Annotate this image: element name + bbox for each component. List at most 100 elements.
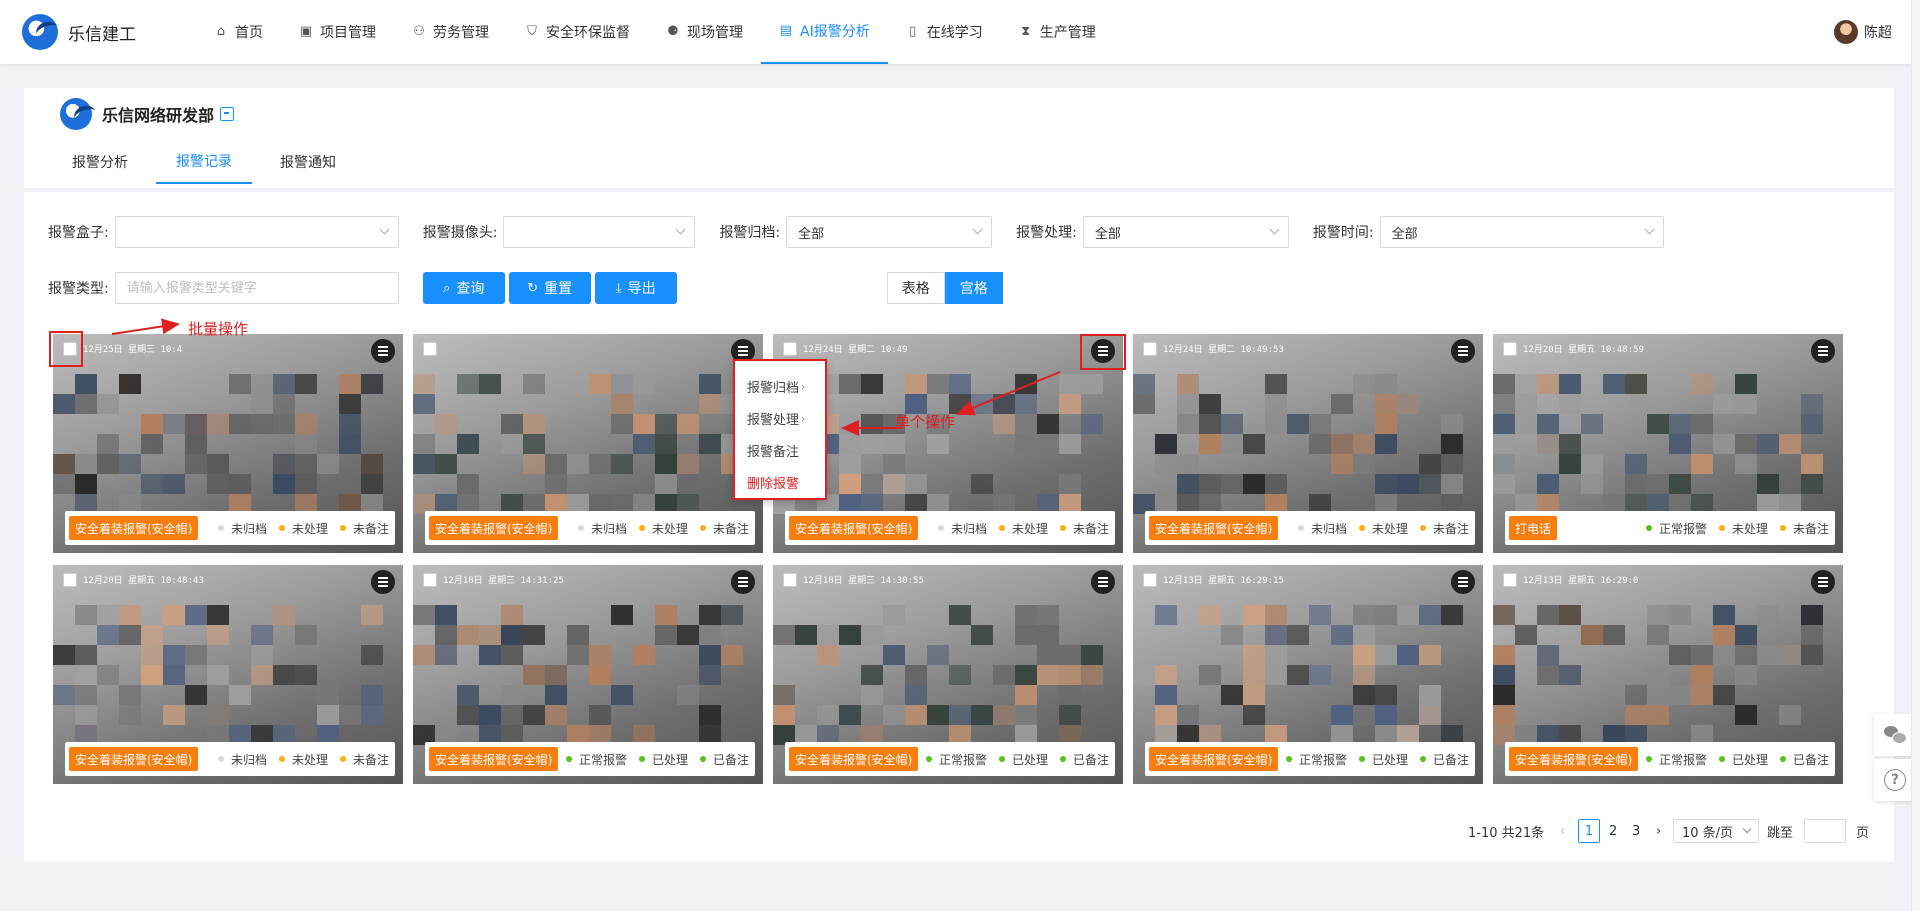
status-dot-icon [217, 756, 224, 762]
archive-status-text: 正常报警 [938, 752, 987, 767]
alarm-card[interactable]: 12月20日 星期五 10:48:43 安全着装报警(安全帽) 未归档 未处理 未备注 [53, 565, 403, 784]
capture-timestamp: 12月18日 星期三 14:30:55 [803, 576, 924, 586]
handle-status-text: 已处理 [1371, 752, 1408, 767]
menu-item-archive[interactable]: 报警归档 › [735, 370, 825, 402]
card-checkbox[interactable] [1503, 573, 1517, 587]
alarm-card[interactable]: 12月13日 星期五 16:29:0 安全着装报警(安全帽) 正常报警 已处理 已备注 [1493, 565, 1843, 784]
site-icon: ⚈ [667, 24, 679, 39]
archive-status: 未归档 [937, 520, 987, 537]
status-dot-icon [1297, 525, 1304, 531]
archive-status-text: 未归档 [1310, 521, 1347, 536]
status-dot-icon [998, 756, 1005, 762]
card-menu-icon[interactable] [371, 570, 395, 594]
nav-label: 劳务管理 [433, 25, 489, 41]
note-status: 未备注 [1779, 520, 1829, 537]
menu-item-handle[interactable]: 报警处理 › [735, 402, 825, 434]
menu-item-delete[interactable]: 删除报警 [735, 466, 825, 498]
export-button[interactable]: ⤓ 导出 [594, 272, 677, 304]
tab-alarm-notify[interactable]: 报警通知 [268, 140, 348, 184]
alarm-card[interactable]: 12月24日 星期二 10:49:53 安全着装报警(安全帽) 未归档 未处理 未备注 [1133, 334, 1483, 553]
card-menu-icon[interactable] [1811, 339, 1835, 363]
nav-item-0[interactable]: ⌂ 首页 [196, 0, 281, 64]
card-checkbox[interactable] [1143, 342, 1157, 356]
note-status: 未备注 [699, 520, 749, 537]
card-menu-icon[interactable] [731, 570, 755, 594]
archive-label: 报警归档: [719, 225, 781, 241]
nav-item-7[interactable]: ⧗ 生产管理 [1001, 0, 1114, 64]
card-status-bar: 安全着装报警(安全帽) 未归档 未处理 未备注 [65, 742, 395, 776]
dept-switch-icon[interactable] [220, 107, 235, 121]
alarm-type-tag: 安全着装报警(安全帽) [1149, 516, 1279, 540]
menu-item-note[interactable]: 报警备注 [735, 434, 825, 466]
scrollbar[interactable] [1911, 0, 1920, 911]
card-checkbox[interactable] [1503, 342, 1517, 356]
prev-page-icon[interactable]: ‹ [1560, 819, 1565, 843]
page-2[interactable]: 2 [1609, 819, 1617, 843]
handle-select[interactable]: 全部 [1082, 216, 1289, 248]
alarm-card[interactable]: 12月18日 星期三 14:31:25 安全着装报警(安全帽) 正常报警 已处理 已备注 [413, 565, 763, 784]
type-search-input[interactable] [115, 273, 398, 303]
handle-status: 已处理 [1358, 751, 1408, 768]
alarm-card[interactable]: 12月18日 星期三 14:30:55 安全着装报警(安全帽) 正常报警 已处理 已备注 [773, 565, 1123, 784]
status-dot-icon [565, 756, 572, 762]
wechat-button[interactable] [1874, 714, 1916, 756]
dept-name: 乐信网络研发部 [102, 106, 215, 125]
grid-view-button[interactable]: 宫格 [944, 272, 1003, 304]
user-menu[interactable]: 陈超 [1834, 20, 1892, 44]
type-label: 报警类型: [48, 281, 109, 297]
card-checkbox[interactable] [63, 573, 77, 587]
card-checkbox[interactable] [423, 573, 437, 587]
status-dot-icon [998, 525, 1005, 531]
download-icon: ⤓ [615, 280, 622, 296]
status-dot-icon [1779, 525, 1786, 531]
camera-select[interactable] [503, 216, 696, 248]
card-checkbox[interactable] [783, 573, 797, 587]
avatar[interactable] [1834, 20, 1858, 44]
alarm-card[interactable]: 安全着装报警(安全帽) 未归档 未处理 未备注 [413, 334, 763, 553]
alarm-card[interactable]: 12月20日 星期五 10:48:59 打电话 正常报警 未处理 未备注 [1493, 334, 1843, 553]
wechat-icon [1884, 726, 1907, 744]
archive-status-text: 未归档 [590, 521, 627, 536]
card-checkbox[interactable] [1143, 573, 1157, 587]
alarm-card[interactable]: 12月13日 星期五 16:29:15 安全着装报警(安全帽) 正常报警 已处理 已备注 [1133, 565, 1483, 784]
card-menu-icon[interactable] [1451, 570, 1475, 594]
jump-input[interactable] [1804, 819, 1846, 843]
box-select[interactable] [114, 216, 399, 248]
archive-status: 正常报警 [565, 751, 627, 768]
nav-label: 项目管理 [320, 25, 376, 41]
card-checkbox[interactable] [783, 342, 797, 356]
card-menu-icon[interactable] [1451, 339, 1475, 363]
status-dot-icon [1358, 525, 1365, 531]
brand[interactable]: 乐信建工 [22, 14, 136, 50]
time-select[interactable]: 全部 [1379, 216, 1664, 248]
card-menu-icon[interactable] [371, 339, 395, 363]
reset-button[interactable]: ↻ 重置 [508, 272, 591, 304]
tab-alarm-records[interactable]: 报警记录 [156, 140, 252, 184]
page-1[interactable]: 1 [1578, 819, 1600, 843]
labor-icon: ⚇ [413, 24, 425, 39]
nav-item-1[interactable]: ▣ 项目管理 [281, 0, 394, 64]
nav-item-5[interactable]: ▤ AI报警分析 [761, 0, 888, 64]
help-button[interactable]: ? [1874, 759, 1916, 801]
type-search[interactable] [114, 272, 399, 304]
nav-item-4[interactable]: ⚈ 现场管理 [648, 0, 761, 64]
hourglass-icon: ⧗ [1021, 24, 1031, 39]
archive-select[interactable]: 全部 [786, 216, 993, 248]
card-menu-icon[interactable] [1091, 570, 1115, 594]
card-menu-icon[interactable] [1811, 570, 1835, 594]
nav-item-6[interactable]: ▯ 在线学习 [888, 0, 1001, 64]
page-3[interactable]: 3 [1632, 819, 1640, 843]
alarm-card[interactable]: 12月25日 星期三 10:4 安全着装报警(安全帽) 未归档 未处理 未备注 [53, 334, 403, 553]
table-view-button[interactable]: 表格 [886, 272, 945, 304]
card-checkbox[interactable] [423, 342, 437, 356]
page-size-select[interactable]: 10 条/页 [1673, 819, 1759, 843]
note-status: 已备注 [1779, 751, 1829, 768]
note-status-text: 已备注 [712, 752, 749, 767]
tab-alarm-analysis[interactable]: 报警分析 [60, 140, 140, 184]
nav-item-3[interactable]: ⛉ 安全环保监督 [507, 0, 648, 64]
query-button[interactable]: ⌕ 查询 [422, 272, 505, 304]
status-dot-icon [339, 756, 346, 762]
next-page-icon[interactable]: › [1656, 819, 1661, 843]
note-status-text: 未备注 [1792, 521, 1829, 536]
nav-item-2[interactable]: ⚇ 劳务管理 [394, 0, 507, 64]
